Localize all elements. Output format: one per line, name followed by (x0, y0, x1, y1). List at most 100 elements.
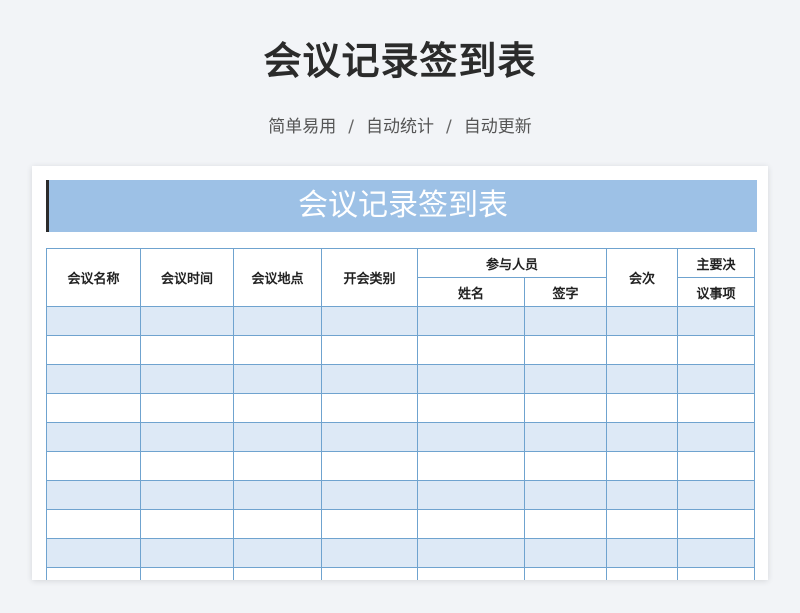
table-cell[interactable] (523, 480, 608, 510)
table-cell[interactable] (523, 451, 608, 481)
table-cell[interactable] (46, 364, 141, 394)
header-meeting-name: 会议名称 (46, 248, 141, 307)
table-cell[interactable] (606, 364, 679, 394)
table-cell[interactable] (46, 567, 141, 580)
table-cell[interactable] (321, 509, 418, 539)
sign-in-table: 会议名称 会议时间 会议地点 开会类别 参与人员 会次 主要决 姓名 签字 议事… (46, 248, 756, 580)
spreadsheet-preview: 会议记录签到表 会议名称 会议时间 会议地点 开会类别 参与人员 会次 主要决 … (32, 166, 768, 580)
table-cell[interactable] (417, 451, 525, 481)
subtitle-separator: / (446, 117, 452, 137)
table-cell[interactable] (606, 509, 679, 539)
table-cell[interactable] (606, 422, 679, 452)
table-row (46, 422, 756, 452)
table-cell[interactable] (677, 480, 756, 510)
table-cell[interactable] (417, 306, 525, 336)
table-cell[interactable] (606, 306, 679, 336)
table-cell[interactable] (677, 451, 756, 481)
table-cell[interactable] (417, 335, 525, 365)
table-cell[interactable] (233, 538, 322, 568)
table-cell[interactable] (46, 538, 141, 568)
table-cell[interactable] (233, 335, 322, 365)
table-cell[interactable] (233, 364, 322, 394)
table-cell[interactable] (46, 306, 141, 336)
table-cell[interactable] (677, 422, 756, 452)
table-cell[interactable] (233, 422, 322, 452)
table-cell[interactable] (321, 451, 418, 481)
table-cell[interactable] (233, 393, 322, 423)
table-cell[interactable] (46, 509, 141, 539)
table-cell[interactable] (677, 567, 756, 580)
table-cell[interactable] (417, 393, 525, 423)
table-cell[interactable] (233, 480, 322, 510)
table-cell[interactable] (321, 335, 418, 365)
table-cell[interactable] (140, 422, 234, 452)
table-cell[interactable] (46, 422, 141, 452)
table-body (46, 306, 756, 580)
subtitle-item-auto-update: 自动更新 (463, 117, 532, 137)
header-session: 会次 (606, 248, 679, 307)
table-cell[interactable] (523, 364, 608, 394)
table-cell[interactable] (233, 451, 322, 481)
table-cell[interactable] (321, 567, 418, 580)
table-cell[interactable] (321, 422, 418, 452)
subtitle-item-auto-stats: 自动统计 (366, 117, 434, 137)
table-row (46, 393, 756, 423)
table-cell[interactable] (233, 567, 322, 580)
table-cell[interactable] (417, 364, 525, 394)
table-row (46, 538, 756, 568)
table-cell[interactable] (417, 509, 525, 539)
table-cell[interactable] (606, 567, 679, 580)
table-cell[interactable] (677, 393, 756, 423)
table-cell[interactable] (677, 509, 756, 539)
table-cell[interactable] (140, 567, 234, 580)
header-name: 姓名 (417, 277, 525, 307)
table-cell[interactable] (417, 422, 525, 452)
table-cell[interactable] (523, 393, 608, 423)
table-cell[interactable] (321, 538, 418, 568)
table-cell[interactable] (140, 393, 234, 423)
table-cell[interactable] (140, 538, 234, 568)
table-cell[interactable] (523, 567, 608, 580)
table-cell[interactable] (140, 306, 234, 336)
header-meeting-place: 会议地点 (233, 248, 322, 307)
table-cell[interactable] (523, 306, 608, 336)
header-decision-line2: 议事项 (677, 277, 756, 307)
table-cell[interactable] (677, 335, 756, 365)
table-cell[interactable] (321, 393, 418, 423)
table-cell[interactable] (140, 335, 234, 365)
table-cell[interactable] (523, 538, 608, 568)
table-cell[interactable] (606, 538, 679, 568)
table-cell[interactable] (46, 480, 141, 510)
table-cell[interactable] (321, 480, 418, 510)
table-cell[interactable] (46, 335, 141, 365)
header-signature: 签字 (523, 277, 608, 307)
table-cell[interactable] (606, 451, 679, 481)
table-cell[interactable] (233, 306, 322, 336)
table-cell[interactable] (140, 480, 234, 510)
table-cell[interactable] (677, 538, 756, 568)
table-cell[interactable] (233, 509, 322, 539)
table-cell[interactable] (417, 567, 525, 580)
table-cell[interactable] (46, 451, 141, 481)
table-cell[interactable] (417, 480, 525, 510)
header-decision-line1: 主要决 (677, 248, 756, 278)
subtitle: 简单易用 / 自动统计 / 自动更新 (0, 112, 800, 137)
table-cell[interactable] (321, 306, 418, 336)
table-cell[interactable] (140, 451, 234, 481)
table-cell[interactable] (523, 422, 608, 452)
table-cell[interactable] (46, 393, 141, 423)
table-cell[interactable] (606, 393, 679, 423)
table-row (46, 509, 756, 539)
table-cell[interactable] (677, 306, 756, 336)
table-cell[interactable] (523, 509, 608, 539)
table-cell[interactable] (140, 509, 234, 539)
table-cell[interactable] (321, 364, 418, 394)
table-cell[interactable] (140, 364, 234, 394)
table-cell[interactable] (523, 335, 608, 365)
table-cell[interactable] (606, 480, 679, 510)
subtitle-item-easy: 简单易用 (268, 117, 337, 137)
table-cell[interactable] (606, 335, 679, 365)
table-cell[interactable] (677, 364, 756, 394)
table-row (46, 364, 756, 394)
table-cell[interactable] (417, 538, 525, 568)
